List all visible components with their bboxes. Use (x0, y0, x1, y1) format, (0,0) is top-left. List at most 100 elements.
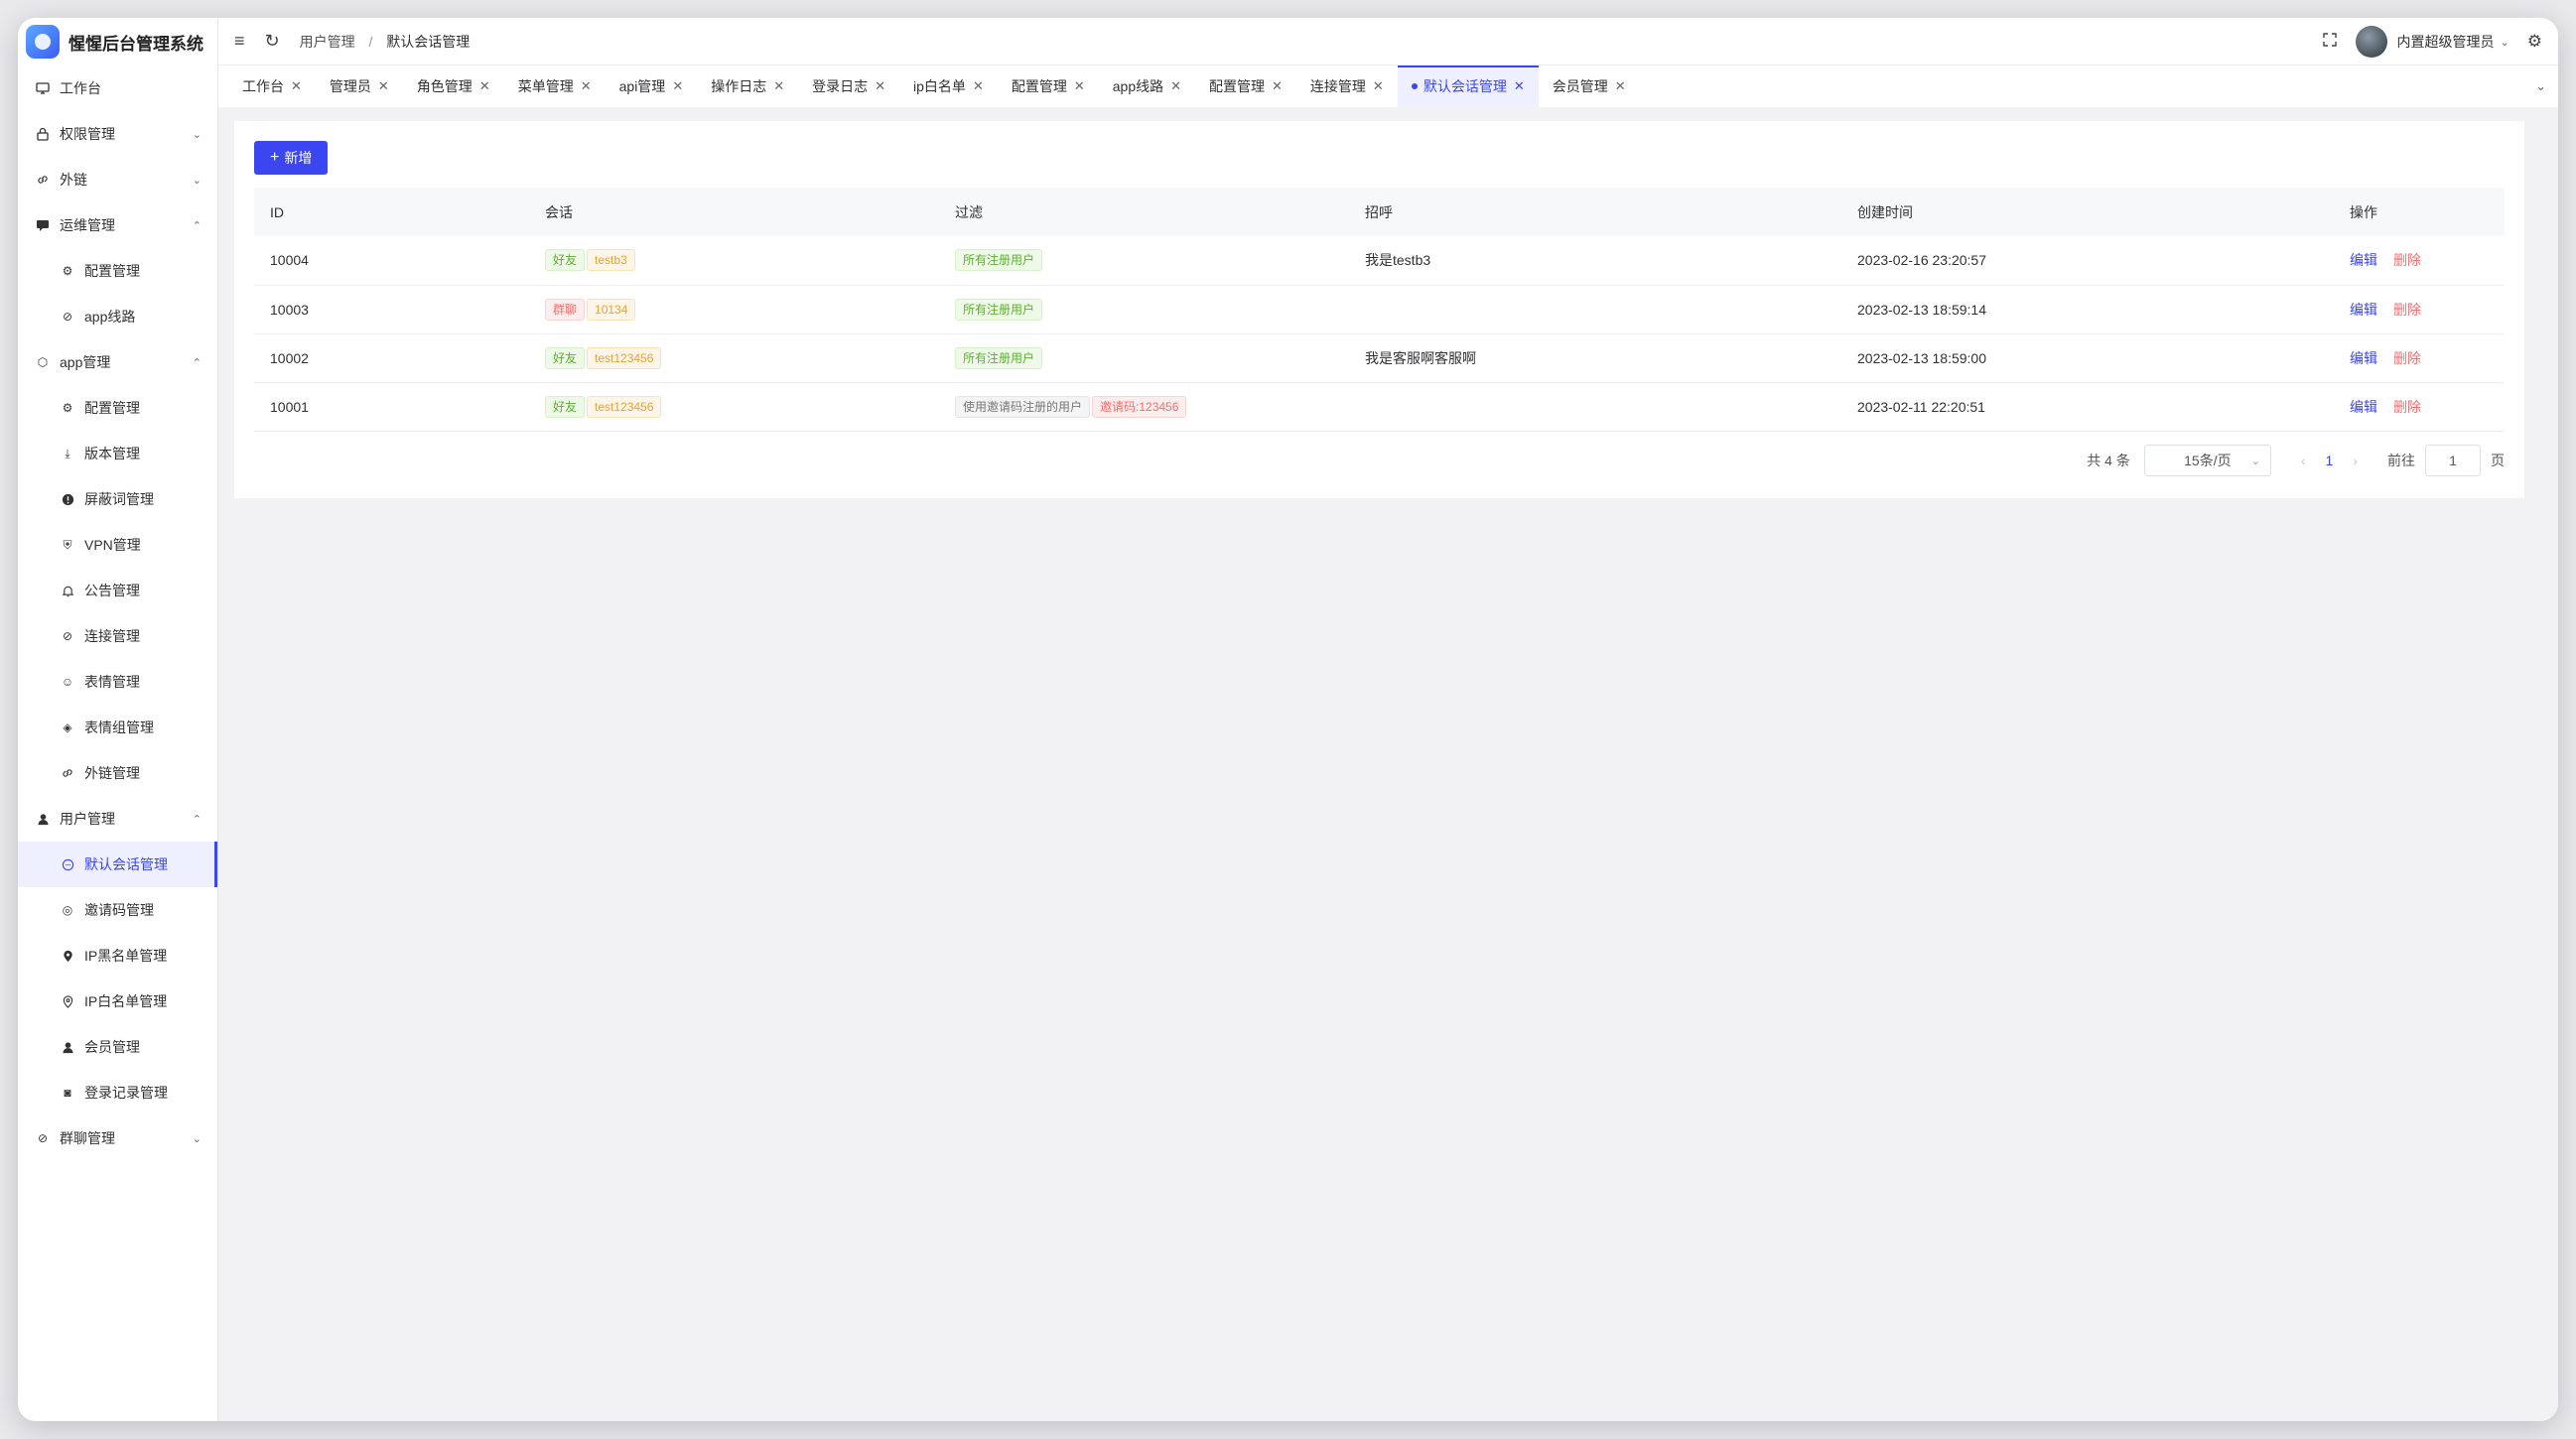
sidebar-item-version[interactable]: ⤓ 版本管理 (18, 431, 217, 476)
sidebar-item-login-record[interactable]: ◙ 登录记录管理 (18, 1070, 217, 1115)
sidebar-item-ip-whitelist[interactable]: IP白名单管理 (18, 979, 217, 1024)
sidebar-item-connection[interactable]: ⊘ 连接管理 (18, 613, 217, 659)
avatar[interactable] (2355, 26, 2387, 58)
user-icon (36, 812, 50, 826)
close-icon[interactable]: ✕ (875, 78, 885, 94)
page-number[interactable]: 1 (2326, 453, 2334, 468)
filter-extra-tag: 邀请码:123456 (1092, 395, 1187, 418)
tab-workbench[interactable]: 工作台 ✕ (228, 65, 316, 107)
sidebar-item-invite-code[interactable]: ◎ 邀请码管理 (18, 887, 217, 933)
cell-filter: 所有注册用户 (939, 333, 1349, 383)
sidebar-item-external-link[interactable]: 外链 ⌄ (18, 157, 217, 202)
sidebar-item-workbench[interactable]: 工作台 (18, 65, 217, 111)
close-icon[interactable]: ✕ (581, 78, 592, 94)
close-icon[interactable]: ✕ (773, 78, 784, 94)
sidebar-item-user[interactable]: 用户管理 ⌃ (18, 796, 217, 842)
fullscreen-icon[interactable] (2322, 32, 2338, 53)
sidebar-item-notice[interactable]: 公告管理 (18, 568, 217, 613)
refresh-icon[interactable]: ↻ (265, 31, 280, 52)
close-icon[interactable]: ✕ (973, 78, 984, 94)
cell-actions: 编辑 删除 (2334, 285, 2505, 334)
top-right-area: 内置超级管理员 ⌄ ⚙ (2322, 18, 2542, 65)
edit-button[interactable]: 编辑 (2350, 252, 2377, 268)
connection-icon: ⊘ (62, 310, 73, 324)
tab-label: 配置管理 (1209, 78, 1266, 94)
close-icon[interactable]: ✕ (378, 78, 389, 94)
close-icon[interactable]: ✕ (1272, 78, 1283, 94)
cell-session: 群聊 10134 (529, 285, 939, 334)
close-icon[interactable]: ✕ (1074, 78, 1085, 94)
sidebar-item-label: 配置管理 (84, 400, 140, 416)
tab-config-2[interactable]: 配置管理 ✕ (1195, 65, 1296, 107)
sidebar-item-group-chat[interactable]: ⊘ 群聊管理 ⌄ (18, 1115, 217, 1161)
edit-button[interactable]: 编辑 (2350, 302, 2377, 318)
sidebar-item-block-words[interactable]: 屏蔽词管理 (18, 476, 217, 522)
sidebar-item-app[interactable]: ⬡ app管理 ⌃ (18, 339, 217, 385)
app-icon: ⬡ (37, 355, 49, 369)
page-size-select[interactable]: 15条/页 ⌄ (2143, 445, 2271, 476)
close-icon[interactable]: ✕ (1373, 78, 1384, 94)
chevron-down-icon[interactable]: ⌄ (2501, 36, 2509, 49)
sidebar-item-label: 用户管理 (60, 811, 115, 827)
settings-gear-icon[interactable]: ⚙ (2527, 32, 2542, 52)
sidebar-item-member[interactable]: 会员管理 (18, 1024, 217, 1070)
sidebar-item-external-link-manage[interactable]: 外链管理 (18, 750, 217, 796)
close-icon[interactable]: ✕ (672, 78, 683, 94)
prev-page-icon[interactable]: ‹ (2301, 453, 2306, 468)
close-icon[interactable]: ✕ (1170, 78, 1181, 94)
goto-label: 前往 (2387, 453, 2415, 468)
session-type-tag: 群聊 (545, 298, 586, 321)
close-icon[interactable]: ✕ (291, 78, 302, 94)
close-icon[interactable]: ✕ (1615, 78, 1626, 94)
delete-button[interactable]: 删除 (2393, 252, 2421, 268)
next-page-icon[interactable]: › (2353, 453, 2358, 468)
tab-config[interactable]: 配置管理 ✕ (998, 65, 1099, 107)
tab-label: ip白名单 (913, 78, 966, 94)
tab-operation-log[interactable]: 操作日志 ✕ (697, 65, 798, 107)
sidebar-item-emoji-group[interactable]: ◈ 表情组管理 (18, 705, 217, 750)
sidebar-item-ip-blacklist[interactable]: IP黑名单管理 (18, 933, 217, 979)
sidebar-item-ops[interactable]: 运维管理 ⌃ (18, 202, 217, 248)
sidebar-item-vpn[interactable]: ⛨ VPN管理 (18, 522, 217, 568)
tab-app-route[interactable]: app线路 ✕ (1099, 65, 1195, 107)
breadcrumb-item[interactable]: 用户管理 (300, 34, 355, 50)
sidebar-item-app-route[interactable]: ⊘ app线路 (18, 294, 217, 339)
edit-button[interactable]: 编辑 (2350, 350, 2377, 366)
delete-button[interactable]: 删除 (2393, 302, 2421, 318)
close-icon[interactable]: ✕ (479, 78, 490, 94)
menu-fold-icon[interactable]: ≡ (234, 31, 245, 52)
tab-role[interactable]: 角色管理 ✕ (403, 65, 504, 107)
sidebar-item-default-session[interactable]: 默认会话管理 (18, 842, 217, 887)
tab-login-log[interactable]: 登录日志 ✕ (798, 65, 899, 107)
pagination-total: 共 4 条 (2087, 453, 2130, 468)
delete-button[interactable]: 删除 (2393, 350, 2421, 366)
tab-ip-whitelist[interactable]: ip白名单 ✕ (899, 65, 998, 107)
edit-button[interactable]: 编辑 (2350, 399, 2377, 415)
lock-icon (36, 127, 50, 141)
cell-id: 10001 (254, 382, 529, 432)
tab-admin[interactable]: 管理员 ✕ (316, 65, 403, 107)
cell-id: 10002 (254, 333, 529, 383)
sidebar-item-permission[interactable]: 权限管理 ⌄ (18, 111, 217, 157)
sidebar-item-ops-config[interactable]: ⚙ 配置管理 (18, 248, 217, 294)
column-header-filter: 过滤 (939, 188, 1349, 236)
tab-api[interactable]: api管理 ✕ (606, 65, 698, 107)
sidebar-item-emoji[interactable]: ☺ 表情管理 (18, 659, 217, 705)
tab-default-session[interactable]: 默认会话管理 ✕ (1397, 65, 1539, 107)
delete-button[interactable]: 删除 (2393, 399, 2421, 415)
tab-member[interactable]: 会员管理 ✕ (1539, 65, 1640, 107)
user-name[interactable]: 内置超级管理员 (2397, 32, 2495, 52)
add-button[interactable]: + 新增 (254, 141, 329, 175)
goto-page-input[interactable] (2425, 445, 2481, 476)
close-icon[interactable]: ✕ (1514, 78, 1525, 94)
sidebar-item-label: 外链 (60, 172, 87, 188)
tab-connection[interactable]: 连接管理 ✕ (1296, 65, 1398, 107)
tab-label: app线路 (1112, 78, 1164, 94)
sidebar-item-app-config[interactable]: ⚙ 配置管理 (18, 385, 217, 431)
sidebar-item-label: 会员管理 (84, 1039, 140, 1055)
chevron-down-icon[interactable]: ⌄ (2535, 78, 2546, 94)
tab-menu[interactable]: 菜单管理 ✕ (504, 65, 606, 107)
filter-tag: 所有注册用户 (955, 298, 1043, 321)
column-header-created: 创建时间 (1841, 188, 2334, 236)
cell-created: 2023-02-13 18:59:00 (1841, 333, 2334, 383)
